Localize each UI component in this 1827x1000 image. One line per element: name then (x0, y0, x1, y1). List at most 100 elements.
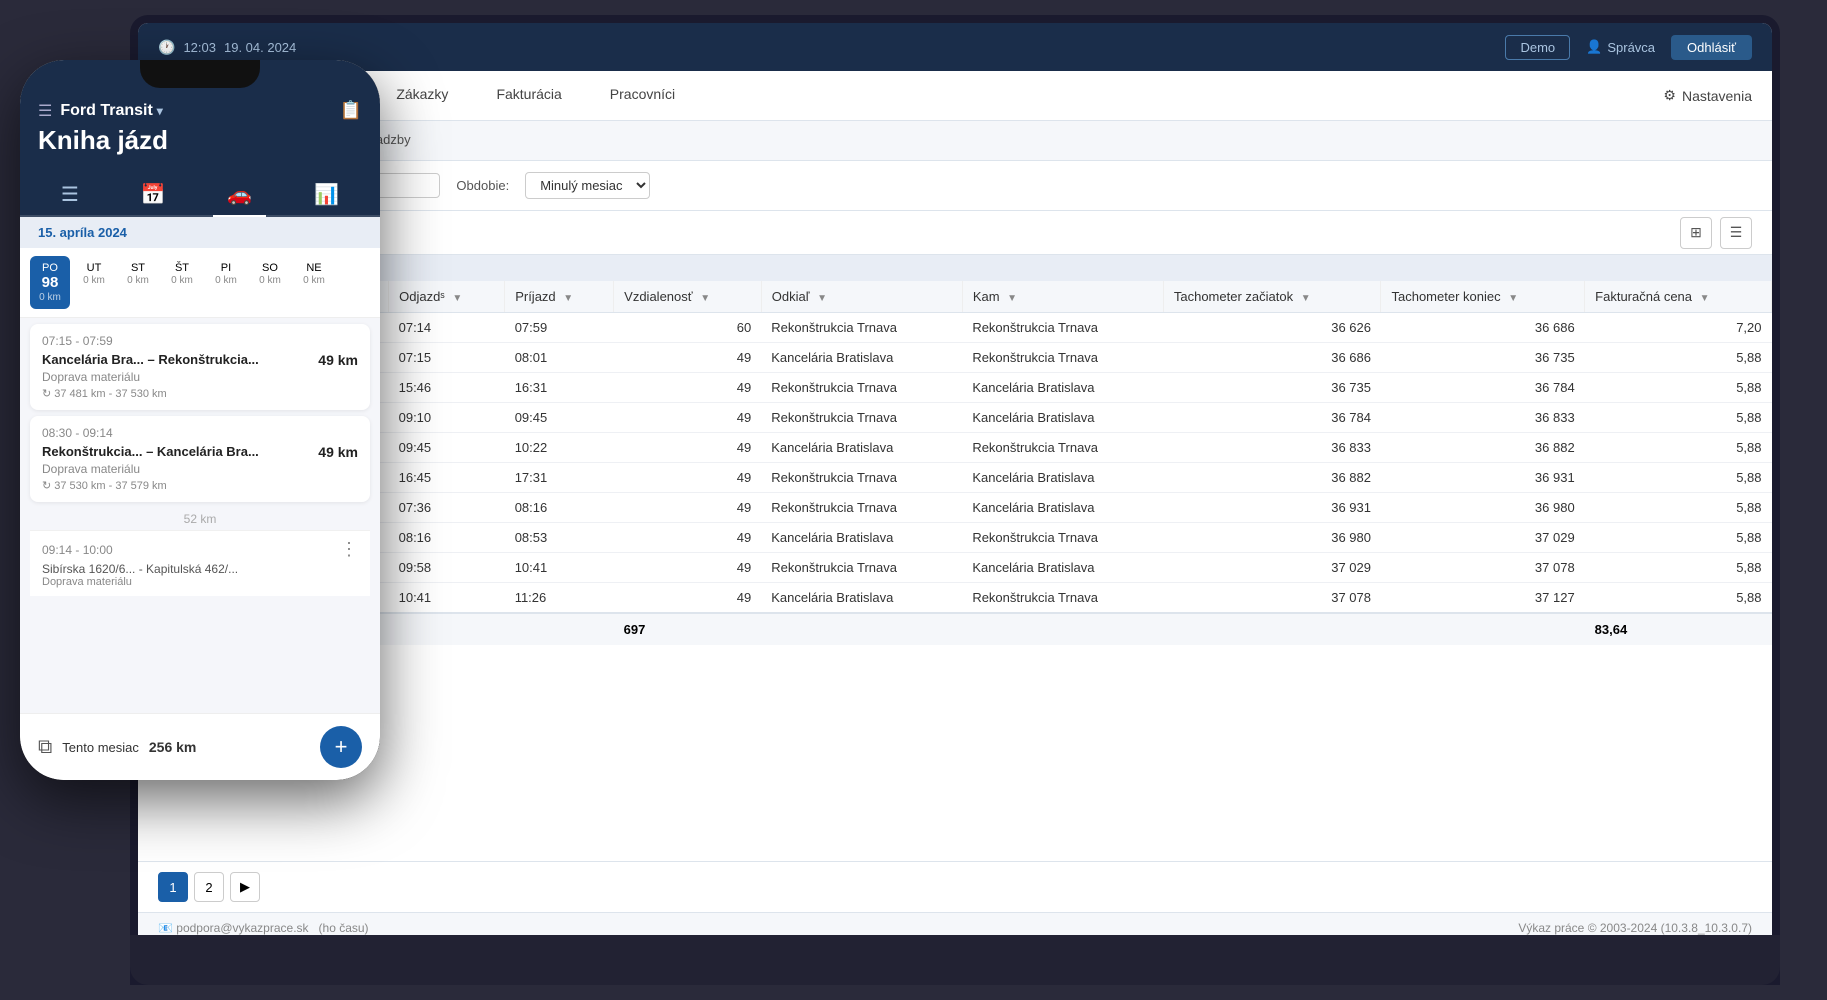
trip-2-route: Rekonštrukcia... – Kancelária Bra... 49 … (42, 444, 358, 460)
table-row[interactable]: Ford Transit 07. 03. 2024 09:10 09:45 49… (138, 403, 1772, 433)
col-prij[interactable]: Príjazd ▼ (505, 281, 614, 313)
phone-screen: ☰ Ford Transit ▾ 📋 Kniha jázd ☰ 📅 🚗 📊 15… (20, 60, 380, 780)
table-row[interactable]: Ford Transit 08. 03. 2024 08:16 08:53 49… (138, 523, 1772, 553)
day-tab-so[interactable]: SO 0 km (250, 256, 290, 309)
obdobie-label: Obdobie: (456, 178, 509, 193)
cell-tach-kon: 36 882 (1381, 433, 1585, 463)
cell-kam: Kancelária Bratislava (962, 373, 1163, 403)
col-vzd[interactable]: Vzdialenosť ▼ (614, 281, 762, 313)
cell-odkial: Rekonštrukcia Trnava (761, 553, 962, 583)
topbar-right: Demo 👤 Správca Odhlásiť (1505, 35, 1752, 60)
cell-tach-kon: 36 980 (1381, 493, 1585, 523)
nav-tab-zakazky[interactable]: Zákazky (372, 72, 472, 119)
pagination: 1 2 ▶ (138, 861, 1772, 912)
cell-kam: Rekonštrukcia Trnava (962, 313, 1163, 343)
cell-tach-zac: 37 029 (1163, 553, 1381, 583)
page-next-btn[interactable]: ▶ (230, 872, 260, 902)
table-row[interactable]: Ford Transit 07. 03. 2024 09:45 10:22 49… (138, 433, 1772, 463)
cell-odj: 07:15 (389, 343, 505, 373)
phone-nav-list[interactable]: ☰ (47, 176, 93, 215)
add-trip-button[interactable]: + (320, 726, 362, 768)
col-tach-zac[interactable]: Tachometer začiatok ▼ (1163, 281, 1381, 313)
cell-tach-zac: 36 784 (1163, 403, 1381, 433)
small-trip-entry[interactable]: 09:14 - 10:00 ⋮ Sibírska 1620/6... - Kap… (30, 530, 370, 596)
total-price: 83,64 (1585, 613, 1772, 645)
main-nav: Kniha jázd Výdavky Zákazky Fakturácia Pr… (138, 71, 1772, 121)
phone-nav-chart[interactable]: 📊 (300, 176, 353, 215)
cell-tach-zac: 36 931 (1163, 493, 1381, 523)
gear-icon: ⚙ (1663, 87, 1676, 104)
total-distance: 697 (614, 613, 762, 645)
cell-cena: 5,88 (1585, 553, 1772, 583)
table-view-btn[interactable]: ☰ (1720, 217, 1752, 249)
page-1-btn[interactable]: 1 (158, 872, 188, 902)
cell-tach-zac: 36 686 (1163, 343, 1381, 373)
cell-tach-kon: 37 127 (1381, 583, 1585, 614)
day-tab-st[interactable]: ST 0 km (118, 256, 158, 309)
footer-copyright: Výkaz práce © 2003-2024 (10.3.8_10.3.0.7… (1518, 921, 1752, 935)
cell-vzd: 49 (614, 403, 762, 433)
table-row[interactable]: Ford Transit 07. 03. 2024 16:45 17:31 49… (138, 463, 1772, 493)
table-row[interactable]: Ford Transit 08. 03. 2024 07:36 08:16 49… (138, 493, 1772, 523)
table-row[interactable]: Ford Transit 08. 03. 2024 09:58 10:41 49… (138, 553, 1772, 583)
logout-button[interactable]: Odhlásiť (1671, 35, 1752, 60)
phone-nav-calendar[interactable]: 📅 (127, 176, 180, 215)
phone-nav-icons: ☰ 📅 🚗 📊 (20, 168, 380, 217)
trip-2-odometer: ↻ 37 530 km - 37 579 km (42, 479, 358, 492)
col-tach-kon[interactable]: Tachometer koniec ▼ (1381, 281, 1585, 313)
action-bar: 📤 Exportovať ⊞ ☰ (138, 211, 1772, 255)
cell-odkial: Rekonštrukcia Trnava (761, 403, 962, 433)
demo-button[interactable]: Demo (1505, 35, 1570, 60)
cell-odkial: Rekonštrukcia Trnava (761, 373, 962, 403)
col-odkial[interactable]: Odkiaľ ▼ (761, 281, 962, 313)
col-cena[interactable]: Fakturačná cena ▼ (1585, 281, 1772, 313)
day-tab-po[interactable]: PO 98 0 km (30, 256, 70, 309)
cell-cena: 5,88 (1585, 583, 1772, 614)
cell-tach-zac: 36 626 (1163, 313, 1381, 343)
cell-kam: Rekonštrukcia Trnava (962, 583, 1163, 614)
day-tab-ut[interactable]: UT 0 km (74, 256, 114, 309)
day-tab-st2[interactable]: ŠT 0 km (162, 256, 202, 309)
cell-cena: 5,88 (1585, 373, 1772, 403)
cell-kam: Rekonštrukcia Trnava (962, 343, 1163, 373)
cell-kam: Kancelária Bratislava (962, 403, 1163, 433)
trip-divider: 52 km (20, 508, 380, 530)
more-options-btn[interactable]: ⋮ (340, 539, 358, 560)
obdobie-select[interactable]: Minulý mesiac (525, 172, 650, 199)
cell-cena: 5,88 (1585, 433, 1772, 463)
day-tab-ne[interactable]: NE 0 km (294, 256, 334, 309)
nav-tab-fakturacia[interactable]: Fakturácia (472, 72, 585, 119)
cell-prij: 08:16 (505, 493, 614, 523)
laptop-bezel (130, 935, 1780, 985)
phone-nav-car[interactable]: 🚗 (213, 176, 266, 217)
cell-vzd: 49 (614, 493, 762, 523)
filter-bar: ▼ Vodič: Balog Adam Obdobie: Minulý mesi… (138, 161, 1772, 211)
cell-prij: 17:31 (505, 463, 614, 493)
table-row[interactable]: Ford Transit 06. 03. 2024 07:15 08:01 49… (138, 343, 1772, 373)
document-icon[interactable]: 📋 (340, 100, 362, 121)
cell-odkial: Rekonštrukcia Trnava (761, 313, 962, 343)
nav-tab-pracovnici[interactable]: Pracovníci (586, 72, 699, 119)
action-bar-right: ⊞ ☰ (1680, 217, 1752, 249)
table-row[interactable]: Ford Transit 08. 03. 2024 10:41 11:26 49… (138, 583, 1772, 614)
page-2-btn[interactable]: 2 (194, 872, 224, 902)
trip-entry-1[interactable]: 07:15 - 07:59 Kancelária Bra... – Rekonš… (30, 324, 370, 410)
cell-odj: 07:14 (389, 313, 505, 343)
columns-btn[interactable]: ⊞ (1680, 217, 1712, 249)
col-odj[interactable]: Odjazdˢ ▼ (389, 281, 505, 313)
day-tab-pi[interactable]: PI 0 km (206, 256, 246, 309)
user-icon: 👤 (1586, 39, 1602, 55)
table-row[interactable]: Ford Transit 04. 03. 2024 07:14 07:59 60… (138, 313, 1772, 343)
footer-month: Tento mesiac (62, 740, 139, 755)
hamburger-icon[interactable]: ☰ (38, 101, 52, 121)
cell-odkial: Kancelária Bratislava (761, 583, 962, 614)
cell-cena: 5,88 (1585, 463, 1772, 493)
cell-odj: 08:16 (389, 523, 505, 553)
table-row[interactable]: Ford Transit 06. 03. 2024 15:46 16:31 49… (138, 373, 1772, 403)
cell-prij: 11:26 (505, 583, 614, 614)
col-kam[interactable]: Kam ▼ (962, 281, 1163, 313)
small-trip-reason: Doprava materiálu (42, 576, 358, 588)
trip-entry-2[interactable]: 08:30 - 09:14 Rekonštrukcia... – Kancelá… (30, 416, 370, 502)
cell-prij: 10:41 (505, 553, 614, 583)
settings-nav[interactable]: ⚙ Nastavenia (1663, 87, 1752, 104)
